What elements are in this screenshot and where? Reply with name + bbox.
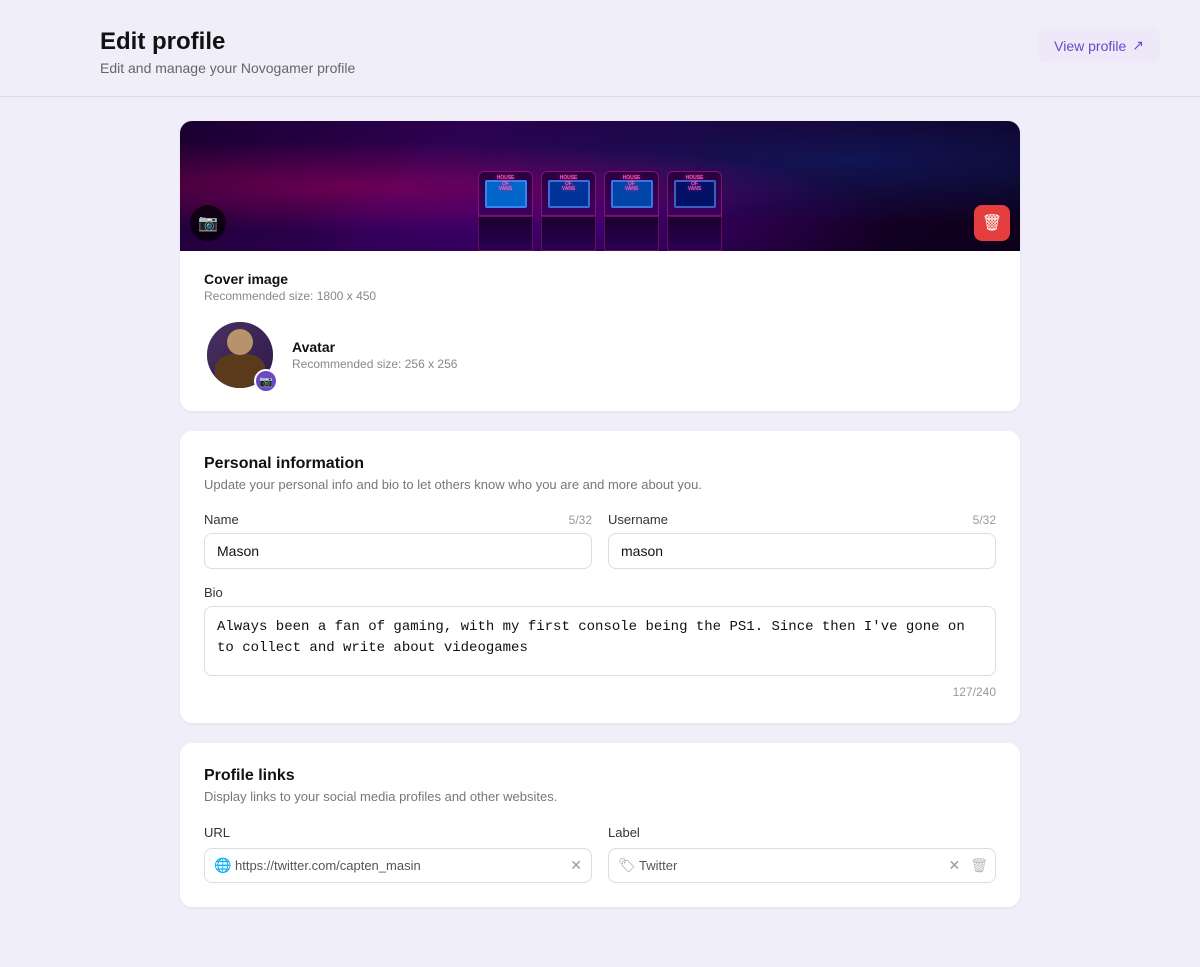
username-label-row: Username 5/32	[608, 512, 996, 527]
label-input[interactable]	[608, 848, 996, 883]
avatar-info: Avatar Recommended size: 256 x 256	[292, 339, 457, 371]
avatar-camera-button[interactable]: 📷	[254, 369, 278, 393]
personal-info-card: Personal information Update your persona…	[180, 431, 1020, 723]
name-counter: 5/32	[569, 513, 592, 527]
bio-counter-row: 127/240	[204, 685, 996, 699]
personal-info-body: Personal information Update your persona…	[180, 431, 1020, 723]
cover-image-recommended: Recommended size: 1800 x 450	[204, 289, 996, 303]
content-area: HOUSEOFVANS HOUSEOFVANS HOUSEOFVANS	[140, 121, 1060, 967]
arcade-top-3: HOUSEOFVANS	[604, 171, 659, 216]
view-profile-label: View profile	[1054, 38, 1126, 54]
cover-info-body: Cover image Recommended size: 1800 x 450	[180, 251, 1020, 411]
url-input[interactable]	[204, 848, 592, 883]
personal-info-title: Personal information	[204, 455, 996, 473]
avatar-recommended: Recommended size: 256 x 256	[292, 357, 457, 371]
avatar-wrapper: 📷	[204, 319, 276, 391]
avatar-section: 📷 Avatar Recommended size: 256 x 256	[204, 319, 996, 391]
arcade-machine-4: HOUSEOFVANS	[667, 171, 722, 251]
cover-image-wrapper: HOUSEOFVANS HOUSEOFVANS HOUSEOFVANS	[180, 121, 1020, 251]
arcade-top-1: HOUSEOFVANS	[478, 171, 533, 216]
profile-links-title: Profile links	[204, 767, 996, 785]
globe-icon: 🌐	[214, 857, 231, 874]
cover-image-label: Cover image	[204, 271, 996, 287]
avatar-label: Avatar	[292, 339, 457, 355]
label-input-wrapper: 🏷 ✕ 🗑	[608, 848, 996, 883]
profile-links-card: Profile links Display links to your soci…	[180, 743, 1020, 907]
label-input-group: 🏷 ✕ 🗑	[608, 848, 996, 883]
arcade-top-2: HOUSEOFVANS	[541, 171, 596, 216]
name-username-row: Name 5/32 Username 5/32	[204, 512, 996, 569]
cover-camera-button[interactable]: 📷	[190, 205, 226, 241]
name-label: Name	[204, 512, 239, 527]
bio-label: Bio	[204, 585, 223, 600]
username-input[interactable]	[608, 533, 996, 569]
arcade-machine-2: HOUSEOFVANS	[541, 171, 596, 251]
arcade-machine-3: HOUSEOFVANS	[604, 171, 659, 251]
url-input-group: 🌐 ✕	[204, 848, 592, 883]
header-text: Edit profile Edit and manage your Novoga…	[100, 28, 355, 76]
arcade-top-4: HOUSEOFVANS	[667, 171, 722, 216]
arcade-body-4	[667, 216, 722, 251]
url-clear-button[interactable]: ✕	[568, 855, 584, 876]
cover-avatar-card: HOUSEOFVANS HOUSEOFVANS HOUSEOFVANS	[180, 121, 1020, 411]
avatar-camera-icon: 📷	[259, 375, 273, 388]
page-title: Edit profile	[100, 28, 355, 56]
arcade-decoration: HOUSEOFVANS HOUSEOFVANS HOUSEOFVANS	[180, 121, 1020, 251]
label-clear-button[interactable]: ✕	[944, 853, 964, 878]
profile-links-desc: Display links to your social media profi…	[204, 789, 996, 804]
view-profile-button[interactable]: View profile ↗	[1038, 28, 1160, 63]
tag-icon: 🏷	[618, 857, 636, 874]
page-header: Edit profile Edit and manage your Novoga…	[0, 0, 1200, 96]
arcade-body-1	[478, 216, 533, 251]
url-input-wrapper: 🌐 ✕	[204, 848, 592, 883]
links-inputs-row: 🌐 ✕ 🏷 ✕ 🗑	[204, 848, 996, 883]
label-delete-button[interactable]: 🗑	[966, 853, 992, 878]
arcade-body-3	[604, 216, 659, 251]
name-group: Name 5/32	[204, 512, 592, 569]
arcade-machine-1: HOUSEOFVANS	[478, 171, 533, 251]
username-label: Username	[608, 512, 668, 527]
bio-counter: 127/240	[953, 685, 996, 699]
label-column-label: Label	[608, 825, 640, 840]
page-subtitle: Edit and manage your Novogamer profile	[100, 60, 355, 76]
header-divider	[0, 96, 1200, 97]
username-counter: 5/32	[973, 513, 996, 527]
personal-info-desc: Update your personal info and bio to let…	[204, 477, 996, 492]
cover-image-section: Cover image Recommended size: 1800 x 450	[204, 271, 996, 303]
name-input[interactable]	[204, 533, 592, 569]
links-labels-row: URL Label	[204, 824, 996, 842]
cover-delete-button[interactable]: 🗑	[974, 205, 1010, 241]
username-group: Username 5/32	[608, 512, 996, 569]
bio-group: Bio Always been a fan of gaming, with my…	[204, 585, 996, 699]
bio-input[interactable]: Always been a fan of gaming, with my fir…	[204, 606, 996, 676]
url-label-group: URL	[204, 824, 592, 842]
trash-icon: 🗑	[982, 213, 1002, 233]
arcade-body-2	[541, 216, 596, 251]
name-label-row: Name 5/32	[204, 512, 592, 527]
profile-links-body: Profile links Display links to your soci…	[180, 743, 1020, 907]
external-link-icon: ↗	[1132, 37, 1144, 54]
label-label-group: Label	[608, 824, 996, 842]
url-column-label: URL	[204, 825, 230, 840]
camera-icon: 📷	[198, 213, 218, 233]
label-actions: ✕ 🗑	[944, 853, 992, 878]
bio-label-row: Bio	[204, 585, 996, 600]
